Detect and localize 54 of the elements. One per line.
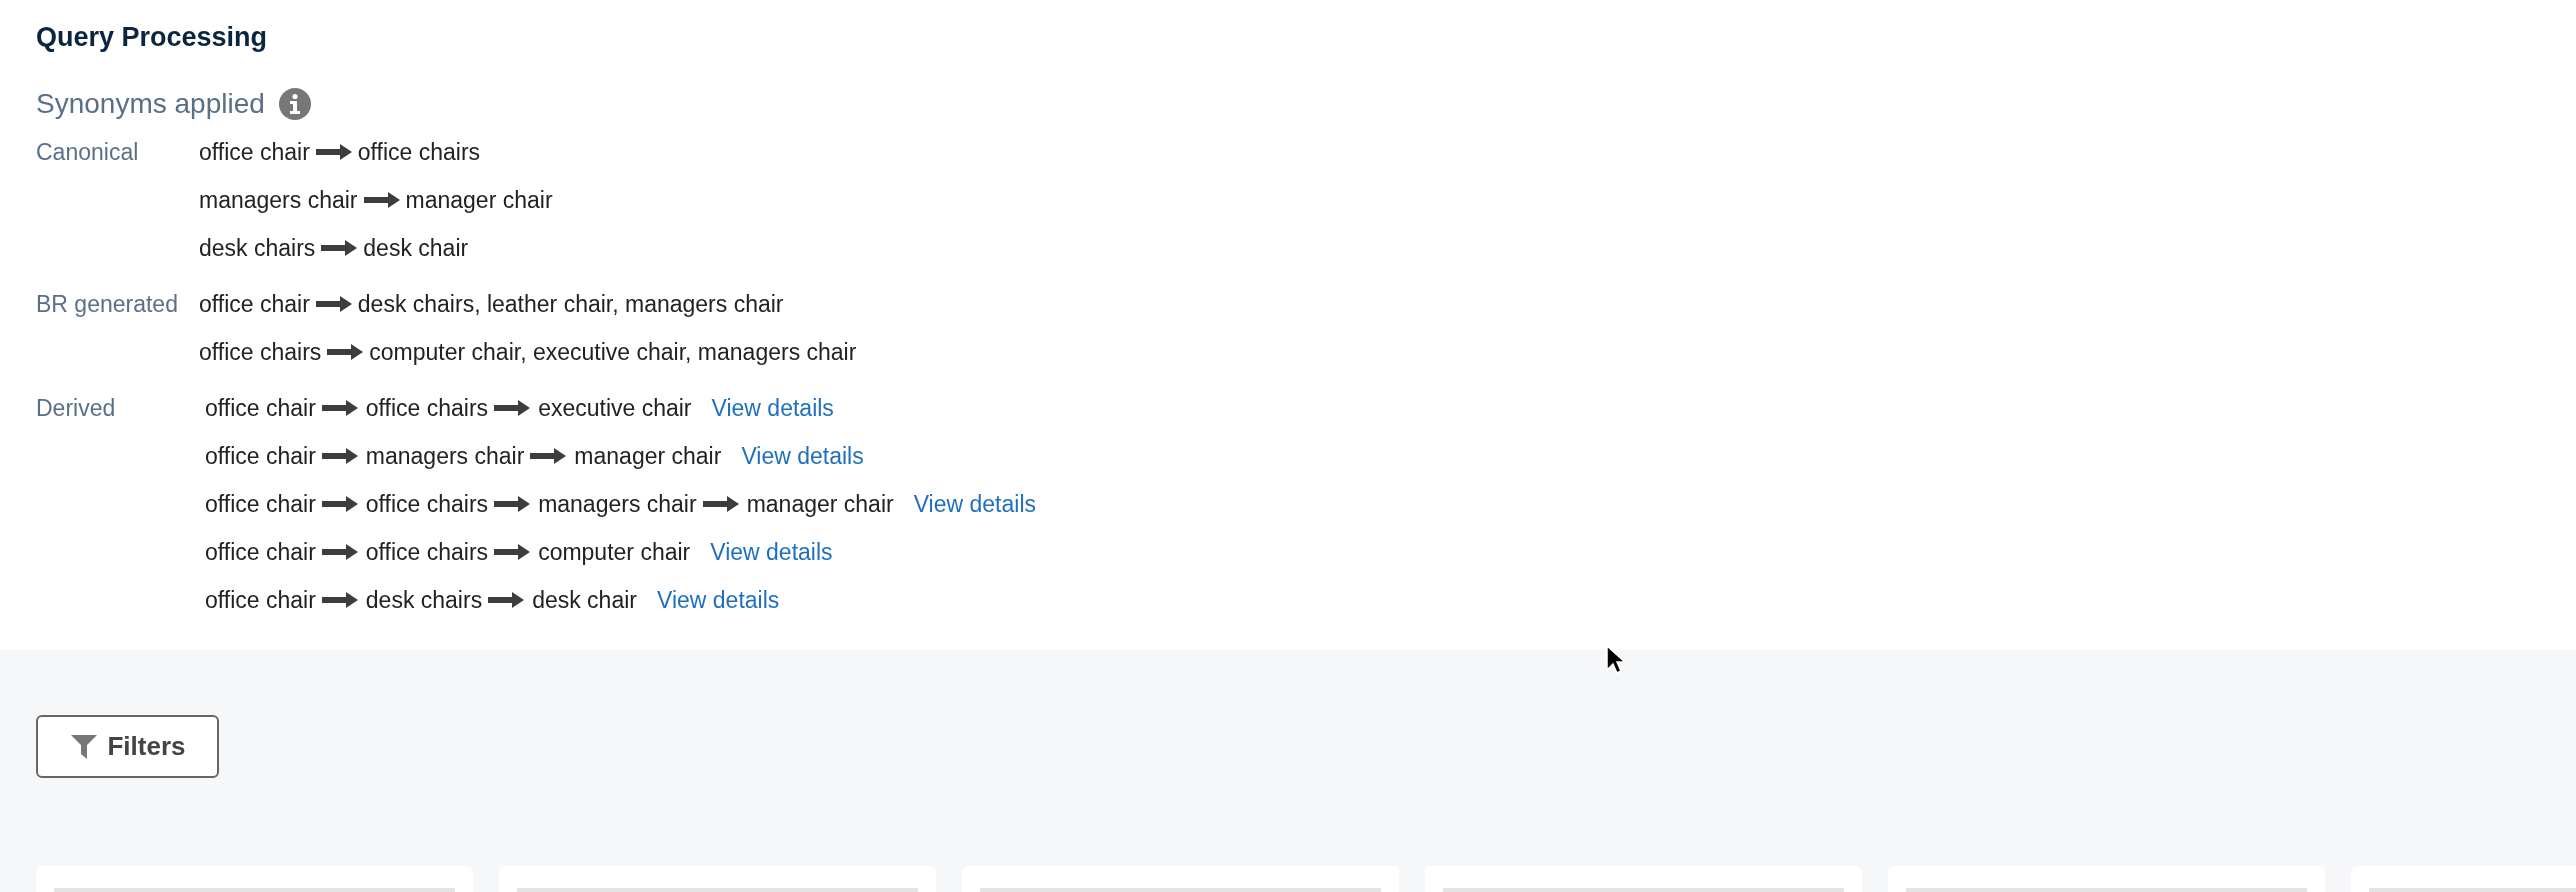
group-label: Canonical xyxy=(36,137,139,167)
arrow-icon xyxy=(321,496,358,512)
arrow-icon xyxy=(494,400,531,416)
synonym-term: managers chair xyxy=(365,441,525,471)
group-label: Derived xyxy=(36,393,116,423)
arrow-icon xyxy=(494,544,531,560)
synonym-term: manager chair xyxy=(405,185,553,215)
synonym-term: office chairs xyxy=(357,137,481,167)
synonym-term: office chairs xyxy=(365,393,489,423)
synonym-term: desk chair xyxy=(532,585,637,615)
arrow-icon xyxy=(702,496,739,512)
synonym-term: managers chair xyxy=(538,489,697,519)
synonym-term: office chairs xyxy=(365,537,489,567)
group-label: BR generated xyxy=(36,289,178,319)
arrow-icon xyxy=(321,448,358,464)
synonym-term: manager chair xyxy=(574,441,722,471)
arrow-icon xyxy=(321,592,358,608)
synonym-term: desk chair xyxy=(363,233,469,263)
view-details-link[interactable]: View details xyxy=(711,390,834,426)
synonym-term: office chair xyxy=(199,137,310,167)
synonym-term: office chairs xyxy=(199,337,322,367)
view-details-link[interactable]: View details xyxy=(656,582,780,618)
arrow-icon xyxy=(327,344,364,360)
arrow-icon xyxy=(494,496,531,512)
info-icon[interactable] xyxy=(278,88,311,120)
view-details-link[interactable]: View details xyxy=(913,486,1036,522)
arrow-icon xyxy=(530,448,567,464)
synonyms-heading: Synonyms applied xyxy=(36,87,265,121)
synonym-term: manager chair xyxy=(746,489,894,519)
synonym-term: desk chairs xyxy=(365,585,483,615)
synonym-term: office chair xyxy=(199,289,310,319)
synonym-term: office chairs xyxy=(365,489,489,519)
arrow-icon xyxy=(488,592,525,608)
arrow-icon xyxy=(321,240,358,256)
view-details-link[interactable]: View details xyxy=(741,438,864,474)
filters-button[interactable]: Filters xyxy=(36,715,219,778)
synonym-term: computer chair, executive chair, managers chair xyxy=(369,337,857,367)
synonym-term: desk chairs, leather chair, managers chair xyxy=(357,289,784,319)
arrow-icon xyxy=(321,544,358,560)
synonym-term: desk chairs xyxy=(199,233,316,263)
synonym-term: office chair xyxy=(205,537,316,567)
synonym-term: office chair xyxy=(205,441,316,471)
arrow-icon xyxy=(321,400,358,416)
synonym-term: office chair xyxy=(205,585,316,615)
synonym-term: office chair xyxy=(205,489,316,519)
arrow-icon xyxy=(315,144,352,160)
synonym-term: managers chair xyxy=(199,185,358,215)
arrow-icon xyxy=(315,296,352,312)
synonym-term: office chair xyxy=(205,393,316,423)
view-details-link[interactable]: View details xyxy=(710,534,833,570)
synonym-term: computer chair xyxy=(538,537,691,567)
synonym-term: executive chair xyxy=(538,393,692,423)
section-title: Query Processing xyxy=(36,21,268,54)
arrow-icon xyxy=(363,192,400,208)
